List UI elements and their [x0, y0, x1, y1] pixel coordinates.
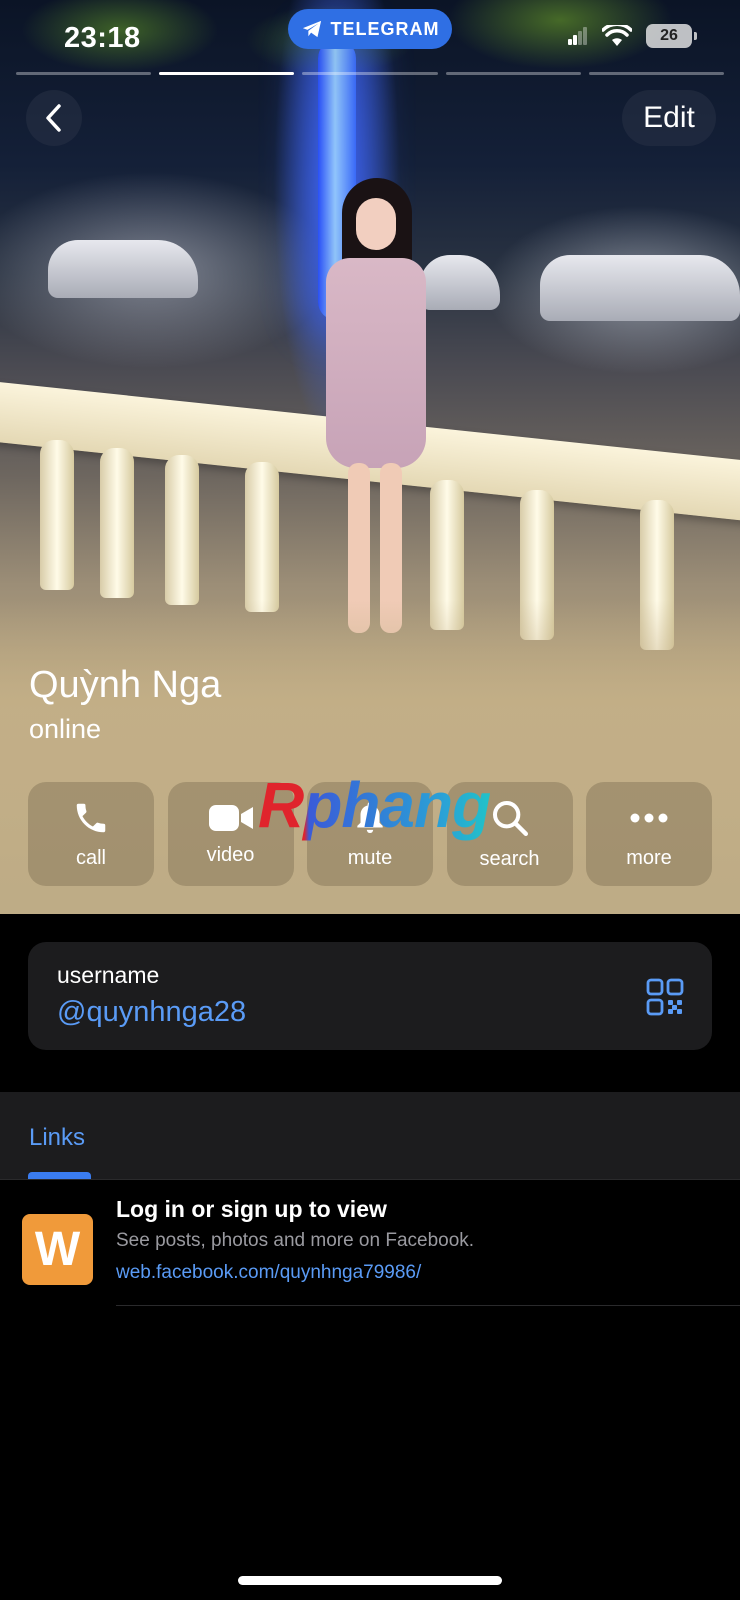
battery-indicator: 26 [646, 24, 697, 48]
username-card[interactable]: username @quynhnga28 [28, 942, 712, 1050]
divider [116, 1305, 740, 1306]
qr-code-icon[interactable] [646, 978, 684, 1016]
back-button[interactable] [26, 90, 82, 146]
story-progress [16, 72, 725, 75]
cellular-icon [568, 27, 587, 45]
status-icons: 26 [568, 24, 697, 48]
photo-baluster [165, 455, 199, 605]
mute-label: mute [347, 846, 393, 869]
call-button[interactable]: call [28, 782, 154, 886]
link-title: Log in or sign up to view [116, 1196, 387, 1222]
photo-person [320, 178, 430, 638]
telegram-plane-icon [302, 20, 321, 38]
photo-car [48, 240, 198, 298]
photo-car [420, 255, 500, 310]
username-handle[interactable]: @quynhnga28 [57, 996, 246, 1029]
username-caption: username [57, 962, 160, 988]
wifi-icon [602, 25, 632, 46]
tab-links[interactable]: Links [29, 1124, 85, 1152]
edit-button[interactable]: Edit [622, 90, 716, 146]
more-label: more [626, 846, 672, 869]
call-label: call [75, 846, 106, 869]
link-thumbnail: W [22, 1214, 93, 1285]
telegram-pill-label: TELEGRAM [330, 18, 440, 39]
home-indicator[interactable] [238, 1576, 502, 1585]
photo-baluster [40, 440, 74, 590]
photo-car [540, 255, 740, 321]
list-item[interactable]: W Log in or sign up to view See posts, p… [0, 1180, 740, 1306]
photo-baluster [100, 448, 134, 598]
presence-status: online [29, 714, 102, 744]
phone-icon [76, 803, 106, 832]
chevron-left-icon [46, 104, 61, 132]
link-description: See posts, photos and more on Facebook. [116, 1230, 475, 1251]
watermark-logo: Rphang [258, 769, 491, 841]
profile-name: Quỳnh Nga [29, 664, 222, 706]
search-icon [492, 800, 528, 836]
video-camera-icon [208, 804, 253, 831]
link-url[interactable]: web.facebook.com/quynhnga79986/ [116, 1262, 421, 1284]
status-time: 23:18 [64, 22, 141, 54]
story-segment-active [159, 72, 295, 75]
telegram-pill[interactable]: TELEGRAM [288, 9, 452, 49]
story-segment [16, 72, 152, 75]
more-button[interactable]: more [586, 782, 712, 886]
video-label: video [206, 843, 255, 866]
search-label: search [479, 847, 540, 870]
story-segment [588, 72, 725, 75]
photo-baluster [245, 462, 279, 612]
story-segment [445, 72, 581, 75]
shared-media-tabs: Links [0, 1092, 740, 1180]
more-dots-icon [630, 813, 668, 822]
story-segment [302, 72, 438, 75]
